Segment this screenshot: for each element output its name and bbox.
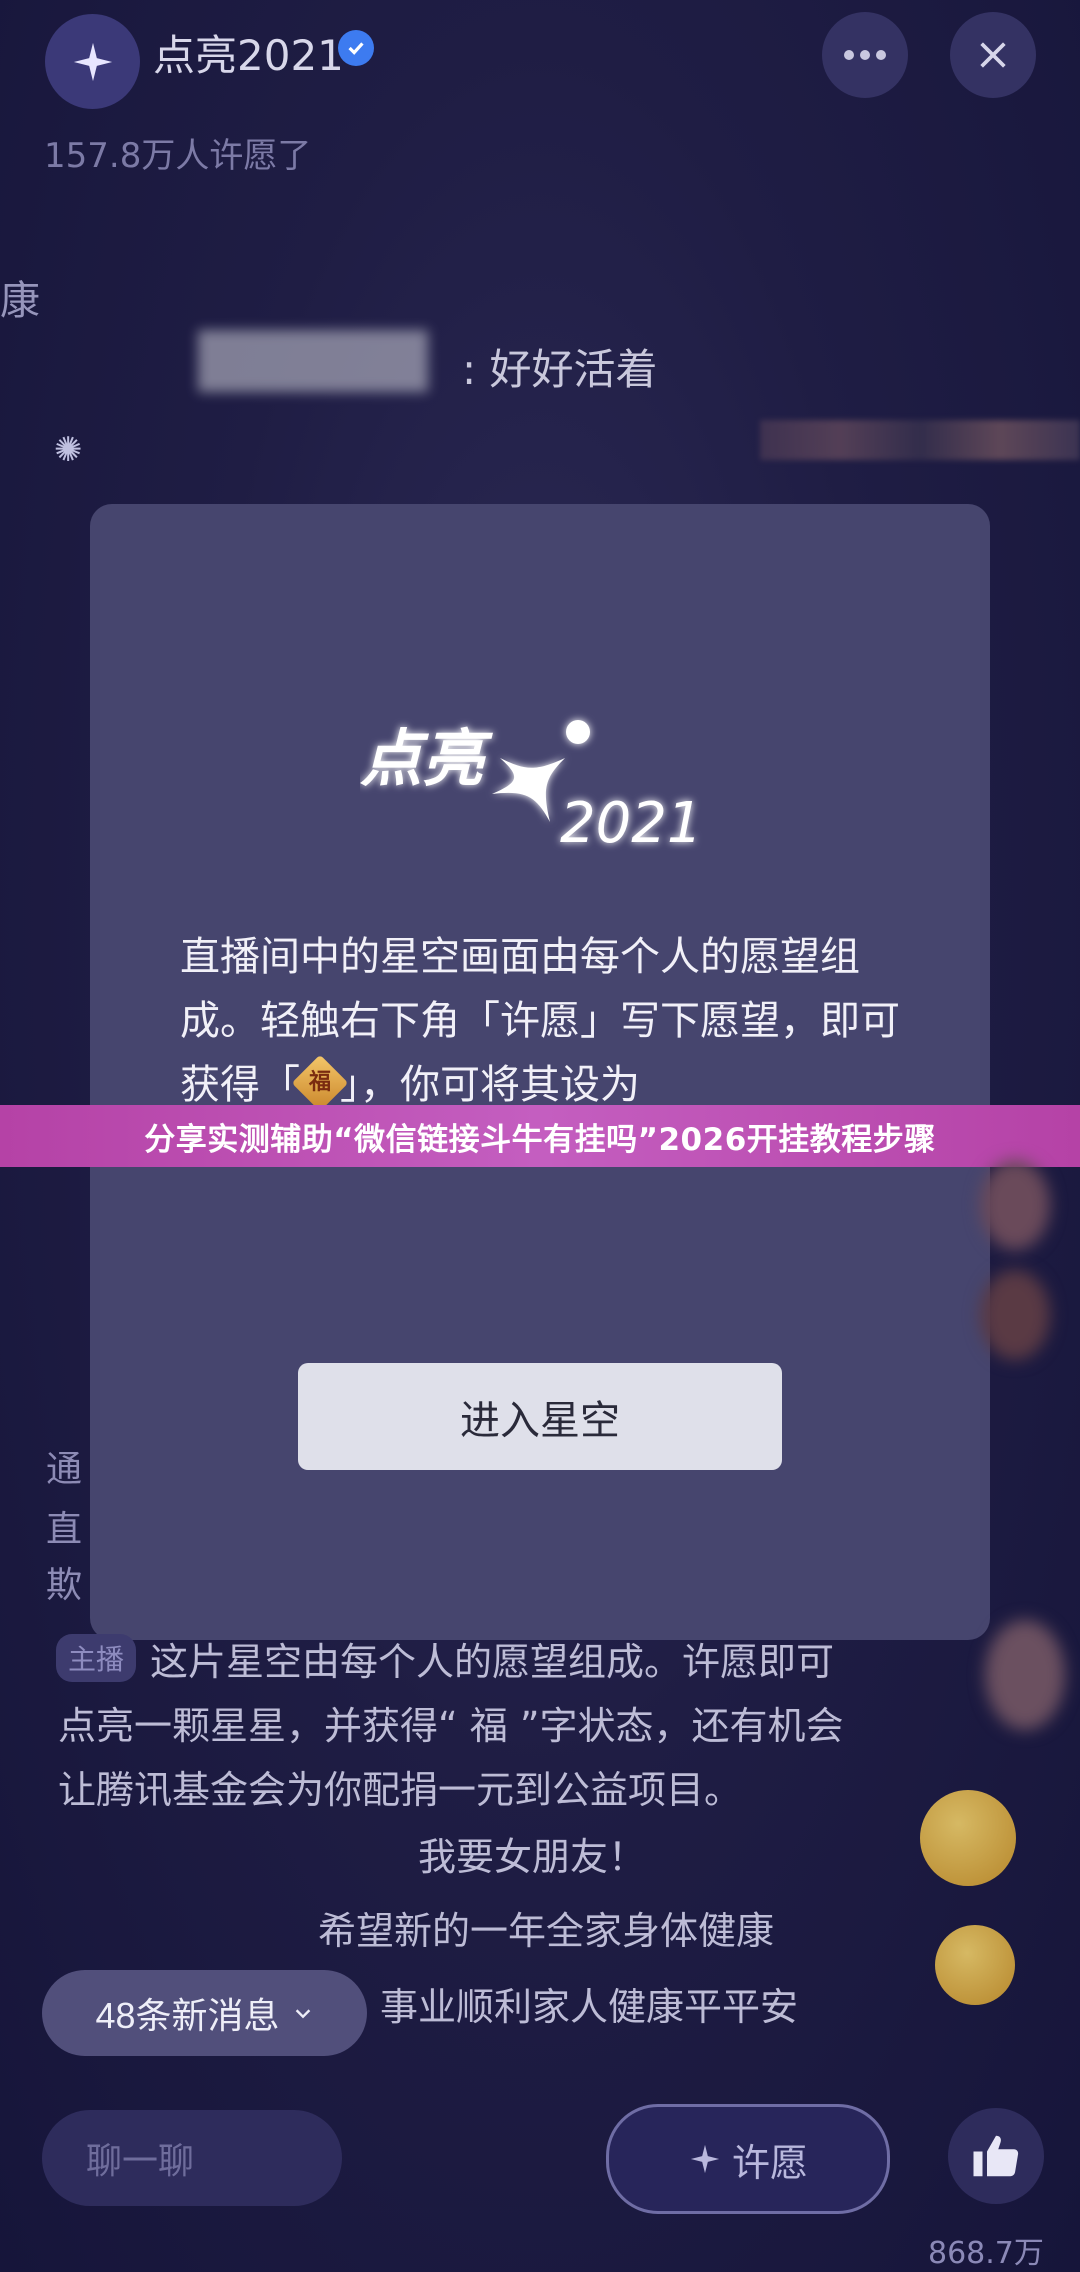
wish-count: 157.8万人许愿了 xyxy=(44,136,312,176)
chevron-down-icon xyxy=(295,2009,310,2019)
sparkle-star-icon xyxy=(690,2144,720,2174)
partial-chat-char: 通 xyxy=(46,1449,83,1490)
sparkle-star-icon xyxy=(73,42,112,81)
blurred-username xyxy=(198,330,428,392)
wish-message: 事业顺利家人健康平平安 xyxy=(380,1985,799,2029)
blurred-avatar xyxy=(985,1620,1065,1730)
partial-chat-char: 直 xyxy=(46,1509,83,1550)
emoji-thinking-icon xyxy=(920,1790,1016,1886)
close-button[interactable] xyxy=(950,12,1036,98)
verified-icon xyxy=(338,30,374,66)
blurred-avatar xyxy=(980,1160,1050,1250)
wish-button[interactable]: 许愿 xyxy=(606,2104,890,2214)
wish-message: 希望新的一年全家身体健康 xyxy=(318,1909,775,1953)
wish-message: 我要女朋友！ xyxy=(418,1835,647,1879)
host-chat-message: 这片星空由每个人的愿望组成。许愿即可点亮一颗星星，并获得“ 福 ”字状态，还有机… xyxy=(58,1640,844,1812)
svg-text:点亮: 点亮 xyxy=(360,722,493,795)
blurred-avatar xyxy=(980,1270,1050,1360)
pixelated-avatar-strip xyxy=(760,420,1080,460)
enter-star-sky-button[interactable]: 进入星空 xyxy=(298,1363,782,1470)
chat-message: : 好好活着 xyxy=(462,345,658,394)
chat-input[interactable]: 聊一聊 xyxy=(42,2110,342,2206)
close-icon xyxy=(980,42,1006,68)
dianliang-2021-logo: 点亮 2021 xyxy=(360,720,703,856)
more-button[interactable] xyxy=(822,12,908,98)
channel-title: 点亮2021 xyxy=(153,31,344,80)
svg-text:2021: 2021 xyxy=(560,791,703,856)
like-count: 868.7万 xyxy=(928,2236,1044,2271)
sparkle-icon: ✺ xyxy=(54,430,83,470)
dialog-description: 直播间中的星空画面由每个人的愿望组成。轻触右下角「许愿」写下愿望，即可获得「福」… xyxy=(180,925,900,1117)
partial-chat-char: 欺 xyxy=(46,1565,83,1606)
like-button[interactable] xyxy=(948,2108,1044,2204)
partial-chat-char: 康 xyxy=(0,278,40,324)
fu-badge-icon: 福 xyxy=(291,1054,349,1112)
new-messages-button[interactable]: 48条新消息 xyxy=(42,1970,367,2056)
channel-avatar[interactable] xyxy=(45,14,140,109)
more-dots-icon xyxy=(844,50,886,60)
promo-banner-text: 分享实测辅助“微信链接斗牛有挂吗”2026开挂教程步骤 xyxy=(144,1121,936,1158)
emoji-smile-icon xyxy=(935,1925,1015,2005)
thumbs-up-icon xyxy=(973,2135,1019,2177)
promo-banner: 分享实测辅助“微信链接斗牛有挂吗”2026开挂教程步骤 xyxy=(0,1105,1080,1167)
